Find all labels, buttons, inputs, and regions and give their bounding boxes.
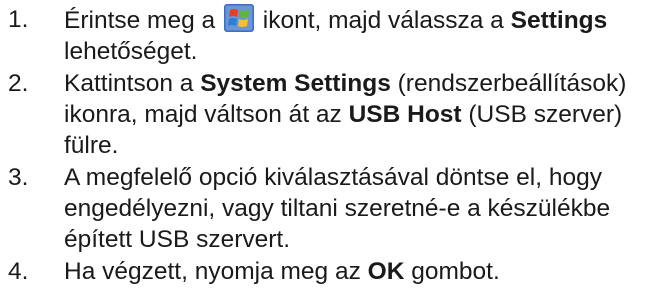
- step-text: (USB szerver): [461, 101, 623, 128]
- step-number: 2.: [8, 70, 29, 97]
- step-2: 2. Kattintson a System Settings (rendsze…: [0, 68, 672, 161]
- step-bold-text: USB Host: [348, 101, 462, 128]
- windows-start-icon: [223, 4, 254, 32]
- step-text: gombot.: [404, 258, 500, 285]
- step-text: ikont, majd válassza a: [255, 7, 511, 34]
- step-1: 1. Érintse meg a ikont, majd válassza a …: [0, 4, 672, 67]
- step-number: 4.: [8, 258, 29, 285]
- step-3: 3. A megfelelő opció kiválasztásával dön…: [0, 162, 672, 255]
- step-bold-text: Settings: [510, 7, 608, 34]
- step-text: Kattintson a: [64, 70, 201, 97]
- step-text: Ha végzett, nyomja meg az: [64, 258, 368, 285]
- step-4: 4. Ha végzett, nyomja meg az OK gombot.: [0, 256, 672, 287]
- step-number: 1.: [8, 6, 29, 33]
- step-text: ikonra, majd váltson át az: [64, 101, 349, 128]
- instruction-list: 1. Érintse meg a ikont, majd válassza a …: [0, 4, 672, 288]
- step-number: 3.: [8, 164, 29, 191]
- step-line: lehetőséget.: [64, 38, 198, 65]
- step-line: épített USB szervert.: [64, 226, 291, 253]
- step-text: Érintse meg a: [64, 7, 222, 34]
- step-line: Ha végzett, nyomja meg az OK gombot.: [64, 256, 672, 287]
- step-line: engedélyezni, vagy tiltani szeretné-e a …: [64, 195, 611, 222]
- step-text: (rendszerbeállítások): [390, 70, 627, 97]
- step-line: fülre.: [64, 132, 119, 159]
- step-line: A megfelelő opció kiválasztásával döntse…: [64, 164, 602, 191]
- step-line: ikonra, majd váltson át az USB Host (USB…: [64, 99, 672, 130]
- step-line: Érintse meg a ikont, majd válassza a Set…: [64, 4, 672, 36]
- step-line: Kattintson a System Settings (rendszerbe…: [64, 68, 672, 99]
- step-bold-text: System Settings: [200, 70, 391, 97]
- step-bold-text: OK: [367, 258, 405, 285]
